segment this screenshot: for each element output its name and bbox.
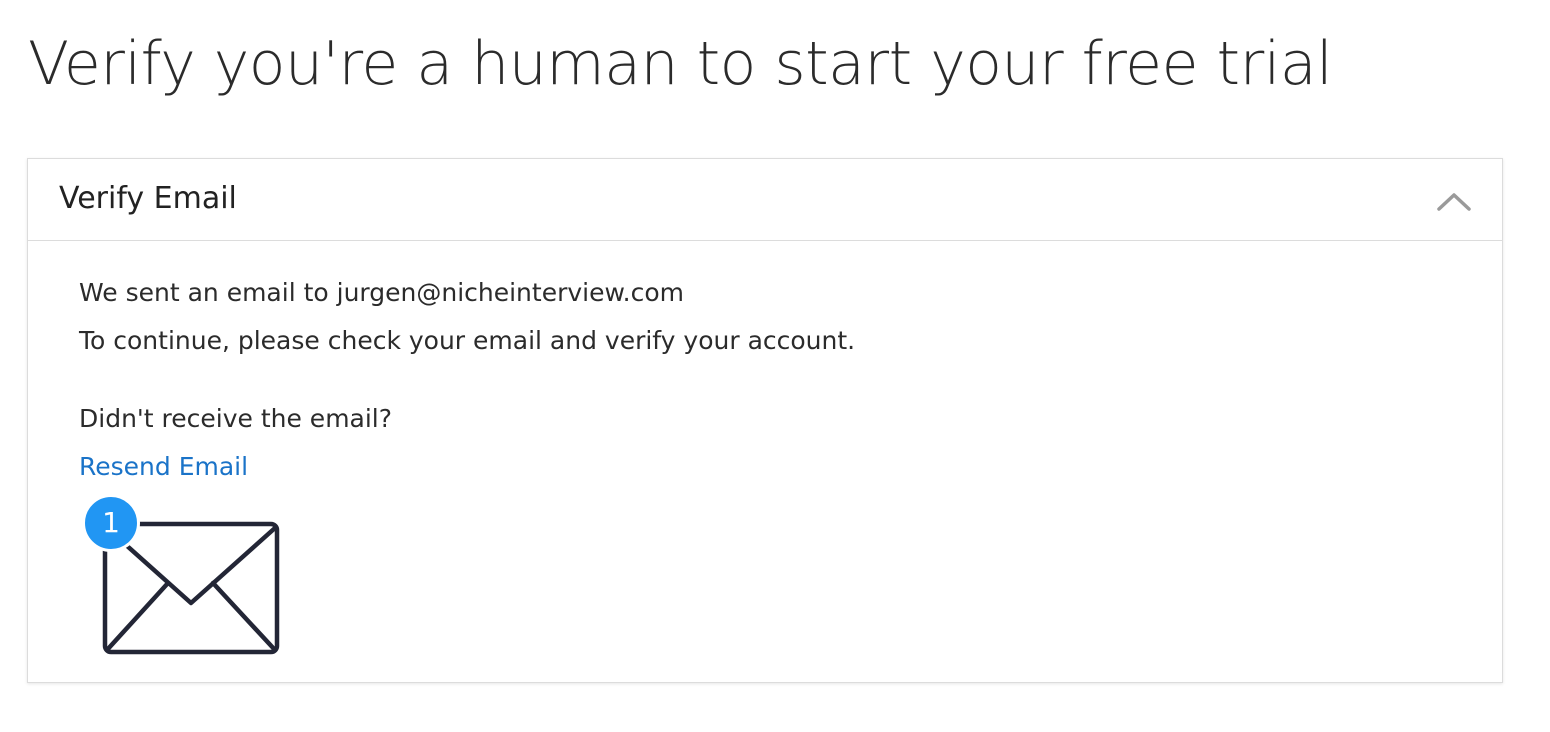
verify-instructions: To continue, please check your email and… [79, 326, 856, 355]
page-title: Verify you're a human to start your free… [28, 29, 1333, 99]
panel-title: Verify Email [59, 181, 237, 216]
resend-email-link[interactable]: Resend Email [79, 450, 248, 484]
sent-email-message: We sent an email to jurgen@nicheintervie… [79, 278, 684, 307]
page: Verify you're a human to start your free… [0, 0, 1550, 732]
notification-badge: 1 [82, 494, 140, 552]
verify-email-panel: Verify Email We sent an email to jurgen@… [27, 158, 1503, 683]
chevron-up-icon[interactable] [1436, 189, 1472, 213]
panel-header[interactable]: Verify Email [28, 159, 1502, 241]
not-received-question: Didn't receive the email? [79, 404, 393, 433]
